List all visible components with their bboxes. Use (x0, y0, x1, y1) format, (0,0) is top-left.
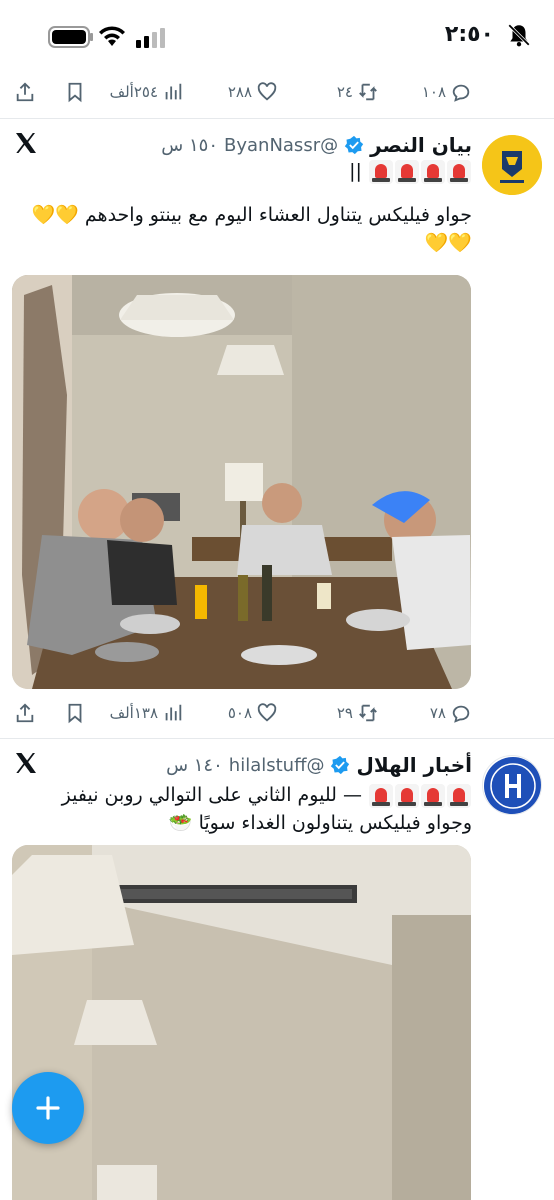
bookmark-icon (68, 82, 82, 103)
retweet-icon (359, 704, 377, 722)
tweet-header: أخبار الهلال @hilalstuff ١٤٠ س (166, 753, 472, 777)
retweet-count: ٢٤ (336, 83, 353, 101)
marker-text: || (349, 160, 362, 182)
views-icon (165, 704, 182, 721)
share-icon (16, 703, 34, 723)
siren-emoji-icon (447, 783, 471, 808)
bookmark-button[interactable] (64, 72, 86, 112)
reply-icon (452, 705, 470, 723)
bell-muted-icon (508, 24, 530, 47)
reply-button[interactable]: ١٠٨ (422, 72, 472, 112)
views-icon (165, 83, 182, 100)
siren-emoji-icon (447, 159, 471, 184)
body-text-2: وجواو فيليكس يتناولون الغداء سويًا (198, 812, 472, 834)
share-icon (16, 82, 34, 102)
verified-badge-icon (331, 755, 350, 775)
siren-row: || (12, 157, 472, 185)
tweet-nassr[interactable]: بيان النصر @ByanNassr ١٥٠ س || جواو فيلي… (0, 119, 554, 739)
views-button[interactable]: ٢٥٤ألف (110, 72, 184, 112)
tweet-header: بيان النصر @ByanNassr ١٥٠ س (161, 133, 472, 157)
retweet-count: ٢٩ (336, 704, 353, 722)
tweet-photo[interactable] (12, 275, 471, 689)
tweet-time: ١٤٠ س (166, 754, 223, 776)
x-logo-icon (16, 753, 36, 773)
tweet-hilal[interactable]: أخبار الهلال @hilalstuff ١٤٠ س — لليوم ا… (0, 739, 554, 1200)
avatar[interactable] (482, 755, 542, 815)
like-count: ٢٨٨ (227, 83, 252, 101)
dinner-photo (12, 275, 471, 689)
share-button[interactable] (14, 693, 36, 733)
tweet-actions: ٧٨ ٢٩ ٥٠٨ ١٣٨ألف (0, 693, 554, 733)
retweet-button[interactable]: ٢٤ (337, 72, 379, 112)
reply-count: ١٠٨ (421, 83, 446, 101)
nassr-logo-icon (482, 135, 542, 195)
avatar[interactable] (482, 135, 542, 195)
like-count: ٥٠٨ (227, 704, 252, 722)
yellow-heart-emoji-icon: 💛💛 (31, 204, 79, 226)
retweet-icon (359, 83, 377, 101)
status-bar: ٢:٥٠ (0, 0, 554, 74)
views-button[interactable]: ١٣٨ألف (110, 693, 184, 733)
siren-emoji-icon (369, 783, 393, 808)
siren-emoji-icon (395, 783, 419, 808)
siren-emoji-icon (421, 159, 445, 184)
lunch-photo (12, 845, 471, 1200)
view-count: ٢٥٤ألف (109, 83, 158, 101)
retweet-button[interactable]: ٢٩ (337, 693, 379, 733)
plus-icon (36, 1096, 60, 1120)
verified-badge-icon (344, 135, 364, 155)
body-text: — لليوم الثاني على التوالي روبن نيفيز (61, 784, 362, 806)
yellow-heart-emoji-icon: 💛💛 (424, 232, 472, 254)
heart-icon (257, 703, 277, 722)
heart-icon (257, 82, 277, 101)
tweet-time: ١٥٠ س (161, 134, 218, 156)
status-time: ٢:٥٠ (444, 22, 494, 47)
x-logo-icon (16, 133, 36, 153)
tweet-text: — لليوم الثاني على التوالي روبن نيفيز وج… (12, 781, 472, 837)
display-name[interactable]: بيان النصر (370, 133, 472, 157)
hilal-logo-icon (484, 757, 541, 814)
tweet-actions-previous: ١٠٨ ٢٤ ٢٨٨ ٢٥٤ألف (0, 72, 554, 112)
tweet-text: || جواو فيليكس يتناول العشاء اليوم مع بي… (12, 157, 472, 257)
siren-emoji-icon (369, 159, 393, 184)
body-line-2: 💛💛 (12, 229, 472, 257)
like-button[interactable]: ٢٨٨ (228, 72, 278, 112)
display-name[interactable]: أخبار الهلال (356, 753, 472, 777)
like-button[interactable]: ٥٠٨ (228, 693, 278, 733)
handle[interactable]: @ByanNassr (224, 135, 338, 156)
body-line: جواو فيليكس يتناول العشاء اليوم مع بينتو… (12, 201, 472, 229)
siren-emoji-icon (395, 159, 419, 184)
cellular-signal-icon (136, 28, 165, 48)
reply-button[interactable]: ٧٨ (430, 693, 472, 733)
battery-icon (48, 26, 93, 48)
body-line-2: وجواو فيليكس يتناولون الغداء سويًا 🥗 (12, 809, 472, 837)
body-text: جواو فيليكس يتناول العشاء اليوم مع بينتو… (84, 204, 472, 226)
view-count: ١٣٨ألف (109, 704, 158, 722)
siren-emoji-icon (421, 783, 445, 808)
wifi-icon (99, 26, 125, 46)
body-line: — لليوم الثاني على التوالي روبن نيفيز (12, 781, 472, 809)
compose-button[interactable] (12, 1072, 84, 1144)
bookmark-icon (68, 703, 82, 724)
bowl-emoji-icon: 🥗 (168, 812, 193, 834)
reply-count: ٧٨ (429, 704, 446, 722)
reply-icon (452, 84, 470, 102)
bookmark-button[interactable] (64, 693, 86, 733)
tweet-photo[interactable] (12, 845, 471, 1200)
handle[interactable]: @hilalstuff (229, 755, 325, 776)
share-button[interactable] (14, 72, 36, 112)
